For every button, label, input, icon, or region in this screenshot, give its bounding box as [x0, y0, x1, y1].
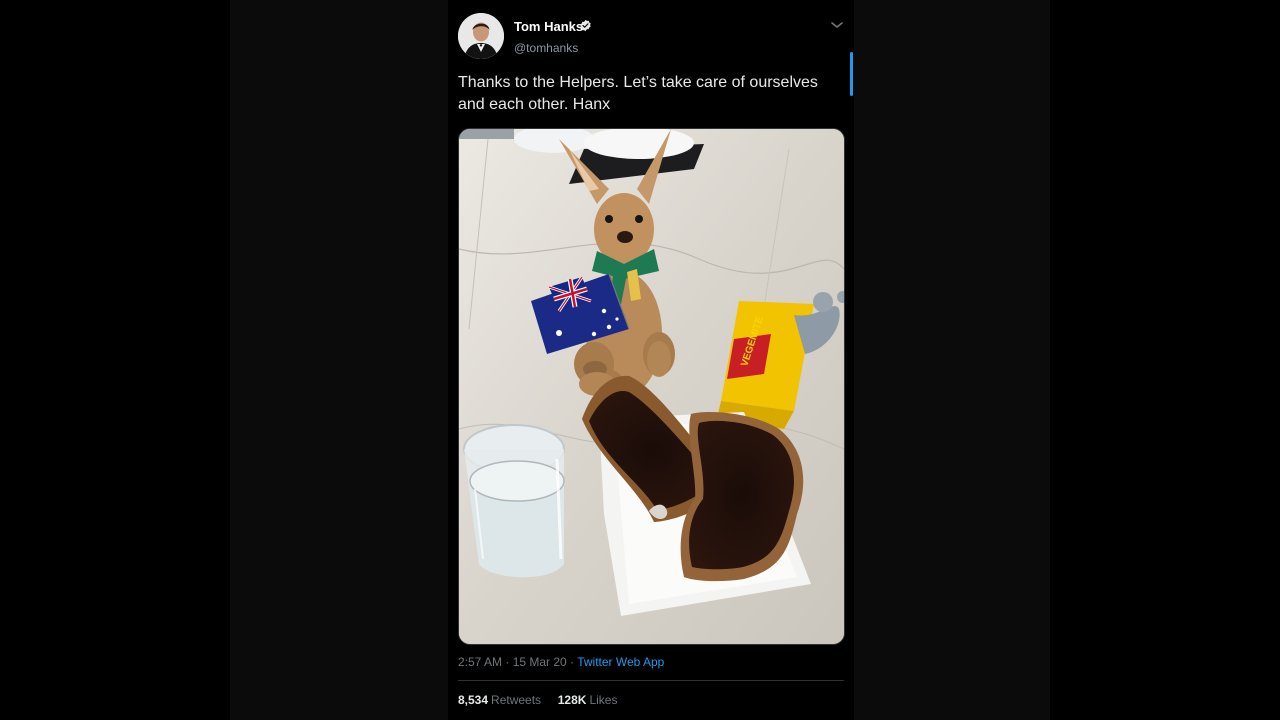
- letterbox-right: [1050, 0, 1280, 720]
- tweet-time[interactable]: 2:57 AM: [458, 655, 502, 669]
- photo-vegemite-toast: VEGEMITE: [459, 129, 844, 644]
- page-gutter-right: [854, 0, 1050, 720]
- tweet-text: Thanks to the Helpers. Let’s take care o…: [458, 74, 818, 113]
- separator-dot: ·: [566, 655, 578, 669]
- author-handle[interactable]: @tomhanks: [514, 41, 578, 55]
- verified-icon: [580, 19, 591, 32]
- likes-count: 128K: [557, 693, 587, 707]
- chevron-down-icon[interactable]: [830, 20, 844, 30]
- tweet-photo[interactable]: VEGEMITE: [458, 128, 845, 645]
- retweets-label: Retweets: [491, 693, 542, 707]
- scrollbar-thumb[interactable]: [850, 52, 853, 96]
- letterbox-left: [0, 0, 230, 720]
- tweet-date[interactable]: 15 Mar 20: [513, 655, 567, 669]
- tweet-source-link[interactable]: Twitter Web App: [577, 655, 664, 669]
- retweets-count: 8,534: [458, 693, 489, 707]
- tweet-stats: 8,534 Retweets 128K Likes: [458, 693, 617, 707]
- author-display-name[interactable]: Tom Hanks: [514, 19, 583, 34]
- divider: [458, 680, 844, 681]
- retweets-stat[interactable]: 8,534 Retweets: [458, 693, 544, 707]
- likes-stat[interactable]: 128K Likes: [558, 693, 618, 707]
- separator-dot: ·: [502, 655, 513, 669]
- tweet-metadata: 2:57 AM · 15 Mar 20 · Twitter Web App: [458, 655, 664, 669]
- tweet-card: Tom Hanks @tomhanks Thanks to the Helper…: [448, 0, 854, 720]
- avatar[interactable]: [458, 13, 504, 59]
- water-glass: [463, 424, 565, 578]
- page-gutter-left: [230, 0, 448, 720]
- likes-label: Likes: [589, 693, 618, 707]
